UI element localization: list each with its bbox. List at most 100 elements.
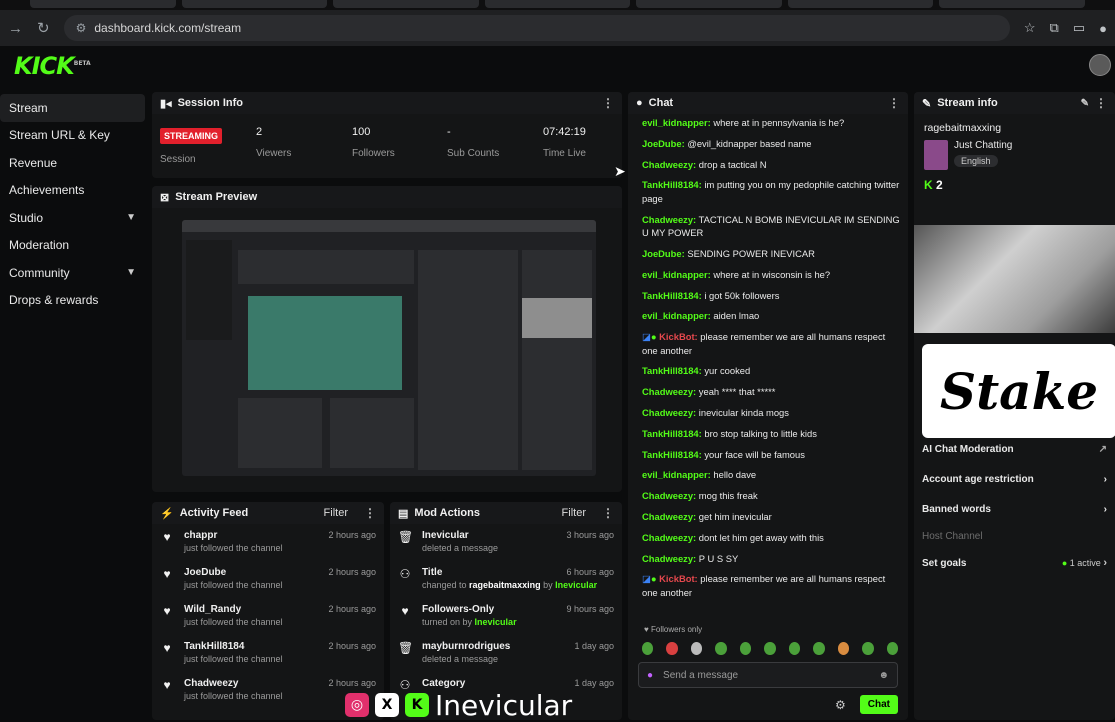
settings-gear-icon[interactable]: ⚙ [835, 698, 846, 712]
panel-header: ⚡ Activity Feed Filter ⋮ [152, 502, 384, 524]
stream-preview-video[interactable] [182, 220, 596, 476]
browser-chrome: → ↻ ⚙ dashboard.kick.com/stream ☆ ⧉ ▭ ● [0, 0, 1115, 46]
heart-icon: ♥ [163, 678, 171, 692]
followers-value: 100 [352, 126, 371, 138]
activity-time: 2 hours ago [328, 641, 376, 651]
activity-user: Chadweezy [184, 678, 239, 689]
emote-icon[interactable] [764, 642, 776, 655]
panel-title: Stream info [937, 97, 998, 109]
trash-icon: 🗑 [398, 641, 414, 655]
heart-icon: ♥ [401, 604, 409, 618]
sidebar-item-stream-url-key[interactable]: Stream URL & Key [0, 122, 145, 150]
browser-tab[interactable] [333, 0, 479, 8]
user-avatar[interactable] [1089, 54, 1111, 76]
emote-icon[interactable] [642, 642, 654, 655]
chat-message: evil_kidnapper: hello dave [642, 469, 757, 481]
filter-button[interactable]: Filter [562, 507, 586, 519]
microphone-icon[interactable]: ● [647, 670, 653, 681]
emote-icon[interactable] [788, 642, 801, 655]
account-age-restriction-row[interactable]: Account age restriction › [914, 464, 1115, 494]
emote-icon[interactable] [666, 642, 678, 655]
sidebar-item-moderation[interactable]: Moderation [0, 232, 145, 260]
sidebar-item-community[interactable]: Community ▼ [0, 259, 145, 287]
kick-k-icon: K [924, 178, 933, 192]
set-goals-row[interactable]: Set goals ● 1 active › [914, 548, 1115, 578]
mod-badge-icon: ◪ [642, 331, 651, 343]
emote-icon[interactable] [715, 642, 727, 655]
chat-message: Chadweezy: get him inevicular [642, 511, 772, 523]
followers-stat: 100 Followers [352, 126, 395, 159]
emote-icon[interactable] [739, 642, 752, 655]
app-header: KICKBETA [0, 46, 1115, 86]
more-options-icon[interactable]: ⋮ [1095, 96, 1107, 110]
reload-icon[interactable]: ↻ [37, 19, 50, 37]
chat-messages: evil_kidnapper: where at in pennsylvania… [628, 114, 908, 599]
viewers-stat: 2 Viewers [256, 126, 291, 159]
banned-words-row[interactable]: Banned words › [914, 494, 1115, 524]
stream-details: ragebaitmaxxing Just Chatting English K … [914, 114, 1115, 192]
cast-icon[interactable]: ▭ [1073, 20, 1085, 36]
more-options-icon[interactable]: ⋮ [888, 96, 900, 110]
sidebar-item-drops-rewards[interactable]: Drops & rewards [0, 287, 145, 315]
streaming-status: STREAMING Session [160, 126, 222, 165]
browser-tab[interactable] [181, 0, 328, 8]
activity-time: 2 hours ago [328, 567, 376, 577]
preview-webcam [522, 298, 592, 338]
heart-icon: ♥ [644, 625, 649, 634]
sidebar-item-revenue[interactable]: Revenue [0, 149, 145, 177]
emote-icon[interactable] [862, 642, 874, 655]
chat-message: ◪● KickBot: please remember we are all h… [642, 331, 886, 356]
kick-logo[interactable]: KICKBETA [14, 52, 91, 80]
viewers-label: Viewers [256, 148, 292, 159]
ai-chat-moderation-row[interactable]: AI Chat Moderation ↗ [914, 434, 1115, 464]
browser-tab[interactable] [636, 0, 782, 8]
chat-message: Chadweezy: TACTICAL N BOMB INEVICULAR IM… [642, 213, 900, 239]
activity-time: 2 hours ago [328, 604, 376, 614]
chat-input-area: ♥ Followers only ● Send a message ☻ ⚙ Ch… [628, 625, 908, 714]
heart-icon: ♥ [163, 641, 171, 655]
edit-pencil-icon[interactable]: ✎ [1081, 98, 1089, 109]
address-bar[interactable]: ⚙ dashboard.kick.com/stream [63, 15, 1010, 41]
emote-bar [642, 642, 898, 655]
sidebar-item-stream[interactable]: Stream [0, 94, 145, 122]
profile-icon[interactable]: ● [1099, 21, 1107, 36]
activity-user: chappr [184, 530, 218, 541]
browser-tab[interactable] [939, 0, 1086, 8]
mod-target: Followers-Only [422, 604, 495, 615]
sidebar-item-achievements[interactable]: Achievements [0, 177, 145, 205]
viewers-value: 2 [256, 126, 263, 138]
message-input[interactable]: ● Send a message ☻ [638, 662, 898, 688]
filter-button[interactable]: Filter [324, 507, 348, 519]
trash-icon: 🗑 [398, 530, 414, 544]
mod-row: 🗑 mayburnrodrigues deleted a message 1 da… [390, 635, 622, 672]
emote-icon[interactable] [690, 642, 703, 655]
activity-user: JoeDube [184, 567, 227, 578]
mod-time: 1 day ago [574, 678, 614, 688]
send-chat-button[interactable]: Chat [859, 695, 898, 714]
activity-description: just followed the channel [184, 691, 283, 701]
browser-tab[interactable] [787, 0, 934, 8]
forward-icon[interactable]: → [8, 20, 23, 37]
mod-target: Inevicular [422, 530, 469, 541]
kick-icon: K [405, 693, 429, 717]
panel-header: ▮◂ Session Info ⋮ [152, 92, 622, 114]
more-options-icon[interactable]: ⋮ [364, 506, 376, 520]
emote-icon[interactable] [886, 642, 898, 655]
browser-tab[interactable] [30, 0, 176, 8]
more-options-icon[interactable]: ⋮ [602, 506, 614, 520]
chevron-right-icon: › [1103, 557, 1107, 569]
address-text: dashboard.kick.com/stream [94, 21, 242, 35]
extensions-icon[interactable]: ⧉ [1050, 20, 1059, 36]
session-label: Session [160, 154, 196, 165]
external-link-icon: ↗ [1098, 443, 1107, 455]
sidebar-item-studio[interactable]: Studio ▼ [0, 204, 145, 232]
bookmark-star-icon[interactable]: ☆ [1024, 20, 1036, 36]
preview-icon: ⊠ [160, 191, 170, 204]
more-options-icon[interactable]: ⋮ [602, 96, 614, 110]
emote-icon[interactable] [837, 642, 850, 655]
chat-message: evil_kidnapper: where at in wisconsin is… [642, 268, 831, 280]
browser-tab[interactable] [484, 0, 631, 8]
emote-icon[interactable] [813, 642, 825, 655]
emoji-icon[interactable]: ☻ [878, 670, 889, 681]
site-info-icon[interactable]: ⚙ [76, 21, 87, 35]
